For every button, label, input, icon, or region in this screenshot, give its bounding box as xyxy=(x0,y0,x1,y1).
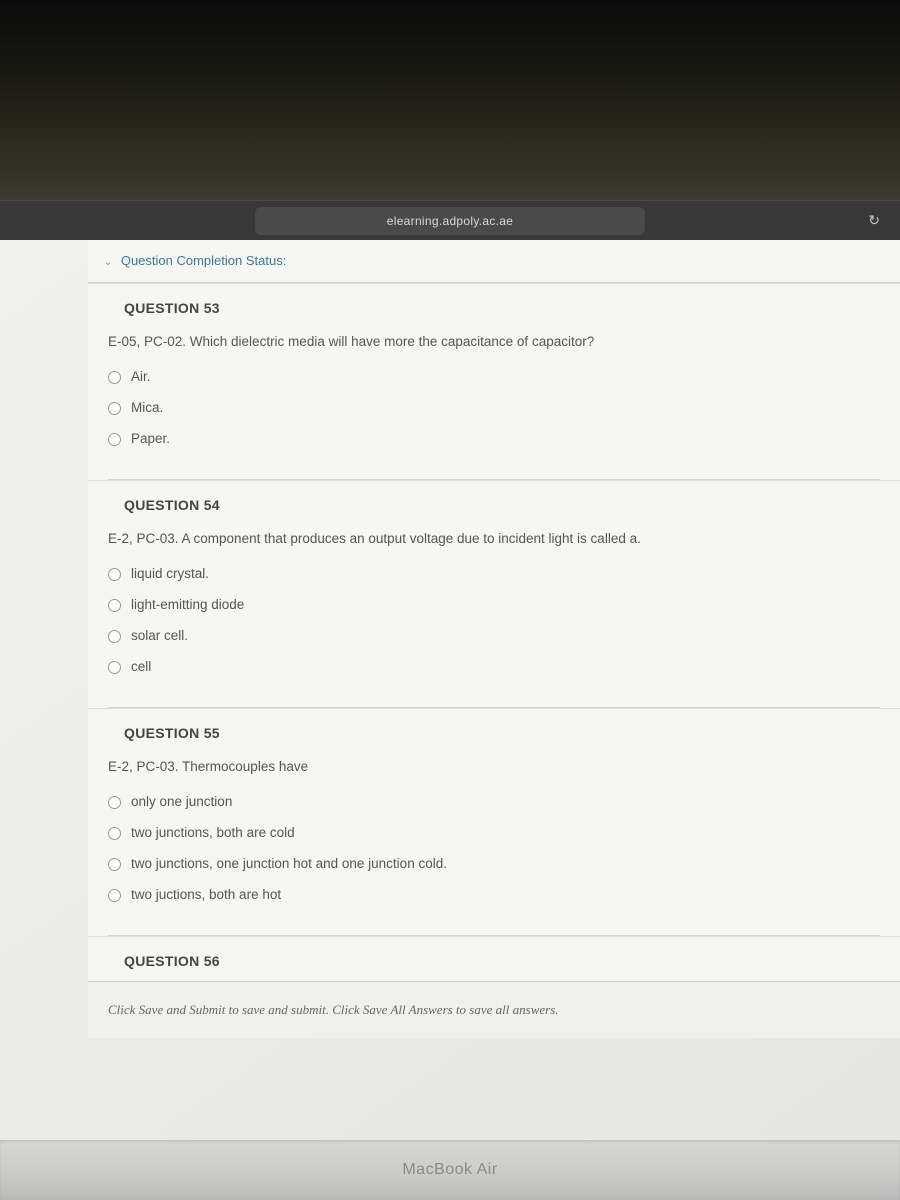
radio-button[interactable] xyxy=(108,827,121,840)
radio-button[interactable] xyxy=(108,889,121,902)
question-block: QUESTION 55 E-2, PC-03. Thermocouples ha… xyxy=(88,708,900,936)
option-label: two juctions, both are hot xyxy=(131,886,281,905)
chevron-down-icon[interactable]: ⌄ xyxy=(104,257,112,268)
photo-backdrop xyxy=(0,0,900,200)
option-row[interactable]: Air. xyxy=(108,362,880,393)
option-label: only one junction xyxy=(131,793,232,812)
completion-status-bar: ⌄ Question Completion Status: xyxy=(88,240,900,283)
option-row[interactable]: Paper. xyxy=(108,424,880,455)
question-block: QUESTION 53 E-05, PC-02. Which dielectri… xyxy=(88,283,900,480)
option-label: two junctions, one junction hot and one … xyxy=(131,855,447,874)
option-label: cell xyxy=(131,658,151,677)
option-label: light-emitting diode xyxy=(131,596,244,615)
radio-button[interactable] xyxy=(108,630,121,643)
laptop-bezel: MacBook Air xyxy=(0,1140,900,1200)
options-list: only one junction two junctions, both ar… xyxy=(88,787,900,935)
radio-button[interactable] xyxy=(108,599,121,612)
question-header: QUESTION 53 xyxy=(88,284,900,328)
option-label: Air. xyxy=(131,368,151,387)
option-label: solar cell. xyxy=(131,627,188,646)
option-row[interactable]: Mica. xyxy=(108,393,880,424)
option-row[interactable]: two junctions, one junction hot and one … xyxy=(108,849,880,880)
completion-status-link[interactable]: Question Completion Status: xyxy=(121,253,286,268)
option-label: Mica. xyxy=(131,399,163,418)
radio-button[interactable] xyxy=(108,433,121,446)
url-text: elearning.adpoly.ac.ae xyxy=(387,214,513,228)
question-text: E-2, PC-03. A component that produces an… xyxy=(88,525,900,559)
question-header: QUESTION 54 xyxy=(88,481,900,525)
option-row[interactable]: only one junction xyxy=(108,787,880,818)
question-text: E-2, PC-03. Thermocouples have xyxy=(88,753,900,787)
options-list: liquid crystal. light-emitting diode sol… xyxy=(88,559,900,707)
option-row[interactable]: cell xyxy=(108,652,880,683)
radio-button[interactable] xyxy=(108,661,121,674)
option-label: two junctions, both are cold xyxy=(131,824,295,843)
question-block: QUESTION 54 E-2, PC-03. A component that… xyxy=(88,480,900,708)
radio-button[interactable] xyxy=(108,371,121,384)
options-list: Air. Mica. Paper. xyxy=(88,362,900,479)
option-label: Paper. xyxy=(131,430,170,449)
radio-button[interactable] xyxy=(108,402,121,415)
question-block: QUESTION 56 xyxy=(88,936,900,981)
device-label: MacBook Air xyxy=(402,1161,497,1179)
page-content: ⌄ Question Completion Status: QUESTION 5… xyxy=(0,240,900,1140)
question-header: QUESTION 55 xyxy=(88,709,900,753)
option-row[interactable]: liquid crystal. xyxy=(108,559,880,590)
option-row[interactable]: two juctions, both are hot xyxy=(108,880,880,911)
question-header: QUESTION 56 xyxy=(88,937,900,981)
radio-button[interactable] xyxy=(108,568,121,581)
option-label: liquid crystal. xyxy=(131,565,209,584)
radio-button[interactable] xyxy=(108,796,121,809)
option-row[interactable]: solar cell. xyxy=(108,621,880,652)
option-row[interactable]: two junctions, both are cold xyxy=(108,818,880,849)
refresh-icon[interactable]: ↻ xyxy=(868,212,880,229)
submit-hint-text: Click Save and Submit to save and submit… xyxy=(108,1002,559,1017)
browser-toolbar: elearning.adpoly.ac.ae ↻ xyxy=(0,200,900,240)
question-text: E-05, PC-02. Which dielectric media will… xyxy=(88,328,900,362)
radio-button[interactable] xyxy=(108,858,121,871)
option-row[interactable]: light-emitting diode xyxy=(108,590,880,621)
submit-hint-bar: Click Save and Submit to save and submit… xyxy=(88,981,900,1038)
url-bar[interactable]: elearning.adpoly.ac.ae xyxy=(255,207,645,235)
